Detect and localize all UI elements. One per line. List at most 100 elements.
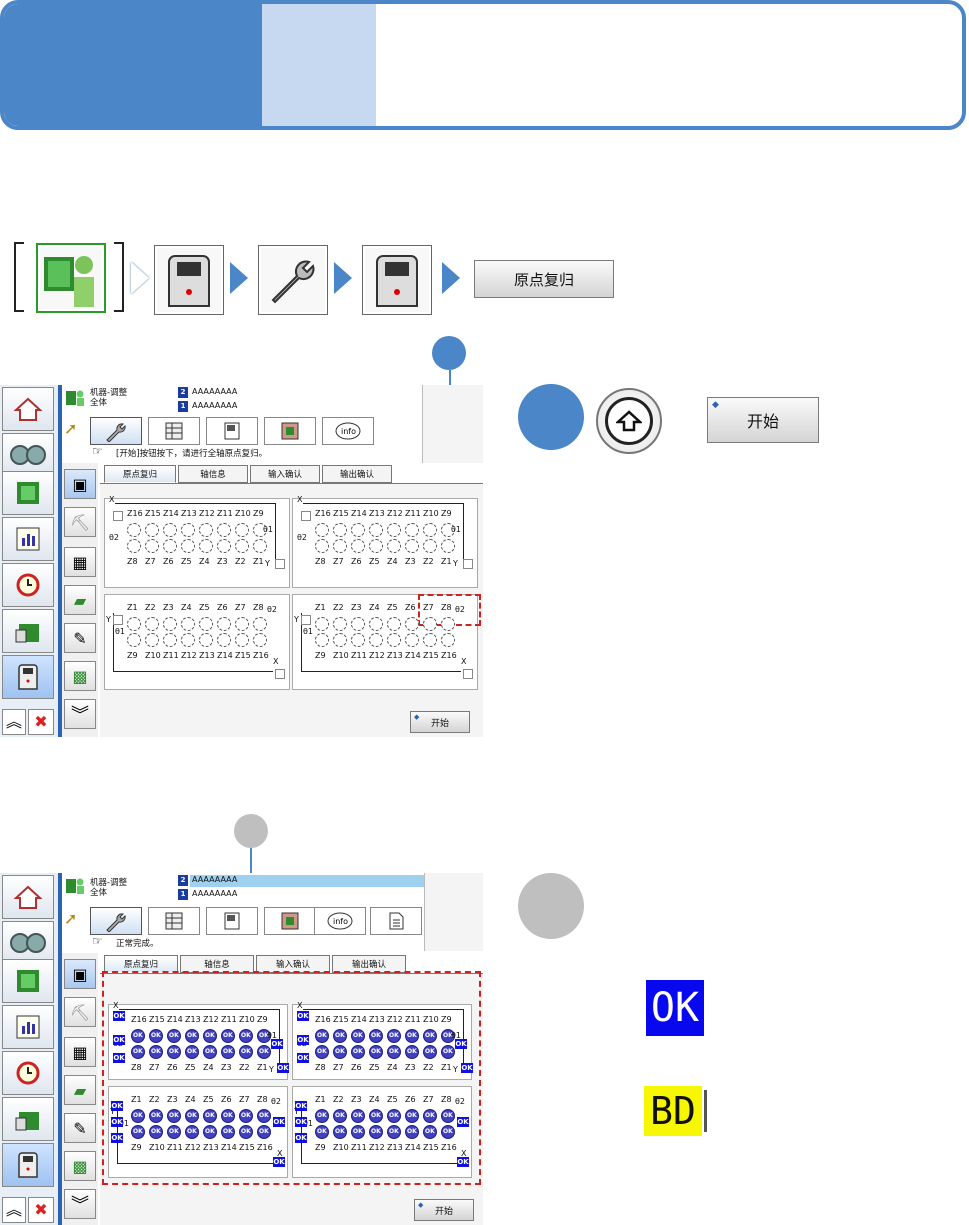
program-icon[interactable] [264,907,316,935]
nozzle-marker [405,633,419,647]
grid-icon[interactable] [148,907,200,935]
nozzle-icon[interactable]: ▦ [64,547,96,577]
document-icon[interactable] [206,907,258,935]
nozzle-marker [333,633,347,647]
nozzle-marker [369,539,383,553]
scroll-down-icon[interactable]: ︾ [64,699,96,729]
zone-label: Z10 [149,1143,165,1152]
wrench-tab-icon[interactable] [90,907,142,935]
zone-label: Z13 [203,1143,219,1152]
nozzle-marker [149,1125,163,1139]
theta-label: θ2 [267,605,277,614]
zone-label: Z15 [423,1143,439,1152]
info-icon[interactable]: info [322,417,374,445]
conveyor-icon[interactable]: ▰ [64,585,96,615]
board-icon[interactable] [2,609,54,653]
step1-marker [518,384,584,450]
wrench-tab-icon[interactable] [90,417,142,445]
feeder-icon[interactable]: ✎ [64,623,96,653]
feeder-icon[interactable]: ✎ [64,1113,96,1143]
tab-output-check[interactable]: 输出确认 [322,465,392,483]
screen-subtitle: 全体 [90,888,108,898]
document-icon[interactable] [206,417,258,445]
cancel-icon[interactable]: ✖ [28,1197,54,1223]
chart-icon[interactable] [2,517,54,561]
shift-up-icon[interactable] [596,388,662,454]
axis-checkbox [301,615,311,625]
tab-home-return[interactable]: 原点复归 [104,465,176,483]
alarm-clock-icon[interactable] [2,563,54,607]
start-button[interactable]: ◆ 开始 [414,1199,474,1221]
zone-label: Z4 [369,603,380,612]
tab-input-check[interactable]: 输入确认 [250,465,320,483]
nozzle-marker [423,1109,437,1123]
robot-small-icon [64,388,86,408]
theta-label: θ1 [115,627,125,636]
scroll-down-icon[interactable]: ︾ [64,1189,96,1219]
zone-label: Z6 [163,557,174,566]
nozzle-marker [387,633,401,647]
bd-sample: BD [644,1086,702,1136]
zone-label: Z1 [441,557,452,566]
robot-icon[interactable] [2,959,54,1003]
x-axis-line [117,1163,277,1164]
zone-label: Z11 [351,1143,367,1152]
zone-label: Z8 [257,1095,268,1104]
machine-icon[interactable] [2,655,54,699]
alarm-clock-icon[interactable] [2,1051,54,1095]
machine-small-icon[interactable]: ▣ [64,959,96,989]
machine-small-icon[interactable]: ▣ [64,469,96,499]
nozzle-marker [181,617,195,631]
zone-label: Z6 [351,1063,362,1072]
axis-checkbox [463,669,473,679]
nozzle-marker [167,1109,181,1123]
theta-label: θ2 [455,1097,465,1106]
page-icon[interactable] [370,907,422,935]
robot-arm-icon[interactable]: ⛏ [64,997,96,1027]
zone-label: Z3 [221,1063,232,1072]
zone-label: Z14 [163,509,179,518]
home-icon[interactable] [2,387,54,431]
robot-icon[interactable] [2,471,54,515]
wrench-icon[interactable] [258,245,328,315]
robot-arm-icon[interactable]: ⛏ [64,507,96,537]
program-icon[interactable] [264,417,316,445]
start-button-sample[interactable]: ◆ 开始 [707,397,819,443]
home-icon[interactable] [2,875,54,919]
camera-icon[interactable]: ▩ [64,1151,96,1181]
zone-label: Z2 [423,557,434,566]
board-icon[interactable] [2,1097,54,1141]
nozzle-icon[interactable]: ▦ [64,1037,96,1067]
nozzle-marker [369,1029,383,1043]
info-icon[interactable]: info [314,907,366,935]
machine-icon[interactable] [2,1143,54,1187]
cancel-icon[interactable]: ✖ [28,709,54,735]
zone-label: Z5 [203,1095,214,1104]
machine-icon[interactable] [362,245,432,315]
scroll-up-icon[interactable]: ︽ [2,1197,26,1223]
grid-icon[interactable] [148,417,200,445]
conveyor-icon[interactable]: ▰ [64,1075,96,1105]
diamond-icon: ◆ [414,713,420,721]
start-button[interactable]: ◆ 开始 [410,711,470,733]
zone-label: Z13 [387,1143,403,1152]
nozzle-marker [221,1109,235,1123]
y-axis-line [279,1009,280,1067]
nozzle-marker [145,633,159,647]
nozzle-marker [131,1029,145,1043]
robot-operator-icon[interactable] [36,243,106,313]
robot-small-icon [64,876,86,896]
scroll-up-icon[interactable]: ︽ [2,709,26,735]
svg-text:info: info [341,427,356,436]
tab-axis-info[interactable]: 轴信息 [178,465,248,483]
step-marker-top [432,336,466,370]
machine-icon[interactable] [154,245,224,315]
chart-icon[interactable] [2,1005,54,1049]
home-return-button[interactable]: 原点复归 [474,260,614,298]
camera-icon[interactable]: ▩ [64,661,96,691]
zone-label: Z9 [315,1143,326,1152]
zone-label: Z1 [315,603,326,612]
nozzle-marker [235,523,249,537]
zone-label: Z7 [333,557,344,566]
zone-label: Z3 [405,1063,416,1072]
